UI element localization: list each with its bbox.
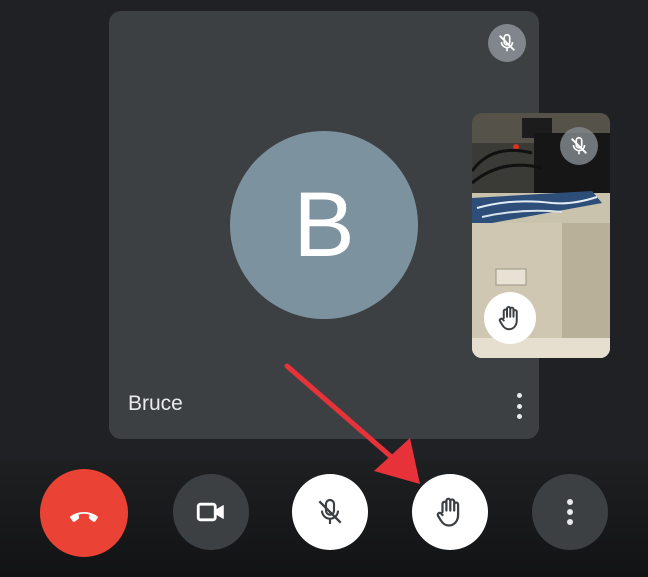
raise-hand-icon bbox=[436, 497, 460, 527]
mic-off-icon bbox=[499, 33, 515, 52]
microphone-button[interactable] bbox=[292, 474, 368, 550]
end-call-button[interactable] bbox=[40, 469, 128, 557]
avatar-letter: B bbox=[293, 174, 355, 276]
more-vert-icon bbox=[567, 499, 573, 525]
raise-hand-button[interactable] bbox=[412, 474, 488, 550]
participant-more-button[interactable] bbox=[511, 391, 527, 421]
more-options-button[interactable] bbox=[532, 474, 608, 550]
self-mute-indicator bbox=[560, 127, 598, 165]
meeting-stage: B Bruce bbox=[0, 0, 648, 577]
call-end-icon bbox=[69, 511, 99, 522]
video-camera-icon bbox=[196, 502, 224, 522]
more-vert-icon bbox=[516, 393, 522, 398]
participant-mute-indicator bbox=[488, 24, 526, 62]
mic-off-icon bbox=[318, 498, 342, 524]
raise-hand-icon bbox=[498, 306, 518, 331]
self-raised-hand-indicator bbox=[484, 292, 536, 344]
camera-button[interactable] bbox=[173, 474, 249, 550]
mic-off-icon bbox=[571, 136, 587, 155]
participant-avatar: B bbox=[230, 131, 418, 319]
self-video-tile[interactable] bbox=[472, 113, 610, 358]
participant-name: Bruce bbox=[128, 392, 183, 415]
